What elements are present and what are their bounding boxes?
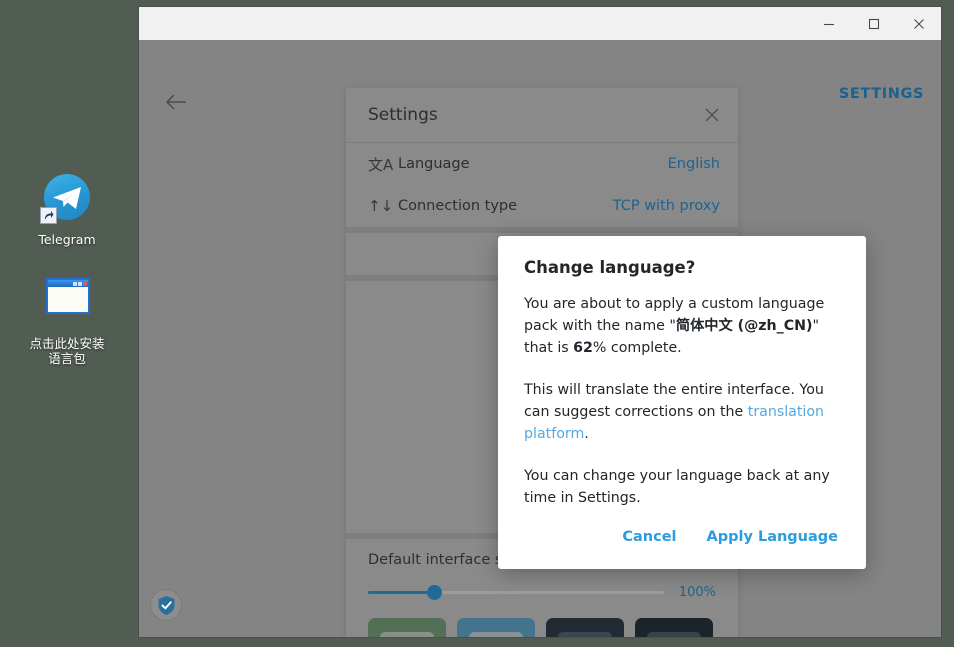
theme-preview-inner [558, 632, 612, 637]
shield-check-icon [157, 595, 176, 616]
telegram-window: SETTINGS Settings [139, 7, 941, 637]
theme-preview-inner [647, 632, 701, 637]
dialog-paragraph-2: This will translate the entire interface… [524, 379, 840, 445]
dialog-actions: Cancel Apply Language [524, 517, 840, 555]
interface-scale-percent: 100% [664, 585, 716, 600]
apply-language-button[interactable]: Apply Language [705, 525, 841, 549]
interface-scale-slider[interactable] [368, 586, 664, 600]
dialog-paragraph-1: You are about to apply a custom language… [524, 293, 840, 359]
settings-row-label: Connection type [398, 198, 613, 214]
settings-row-value: English [668, 156, 720, 172]
cancel-button[interactable]: Cancel [620, 525, 678, 549]
minimize-button[interactable] [806, 7, 851, 40]
close-button[interactable] [896, 7, 941, 40]
slider-thumb[interactable] [427, 585, 442, 600]
dialog-title: Change language? [524, 258, 840, 277]
shortcut-arrow-icon [40, 207, 57, 224]
dialog-text-c: % complete. [593, 340, 682, 356]
settings-close-icon[interactable] [704, 107, 720, 123]
translate-icon: 文A [368, 154, 398, 175]
settings-card-title: Settings [368, 105, 704, 125]
language-pack-name: 简体中文 (@zh_CN) [676, 318, 813, 334]
theme-dark[interactable] [635, 618, 713, 637]
theme-green[interactable] [368, 618, 446, 637]
settings-section-general: 文A Language English ↑↓ Connection type T… [346, 143, 738, 233]
back-arrow-icon[interactable] [161, 87, 191, 117]
proxy-shield-button[interactable] [150, 589, 182, 621]
theme-preview-inner [380, 632, 434, 637]
theme-blue[interactable] [457, 618, 535, 637]
settings-row-language[interactable]: 文A Language English [346, 143, 738, 185]
window-icon-body [46, 278, 90, 314]
window-file-icon [40, 276, 94, 330]
telegram-shortcut-icon [40, 172, 94, 226]
desktop-icon-language-pack[interactable]: 点击此处安装 语言包 [12, 276, 122, 366]
settings-row-connection-type[interactable]: ↑↓ Connection type TCP with proxy [346, 185, 738, 227]
settings-row-label: Language [398, 156, 668, 172]
screen: Telegram 点击此处安装 语言包 [0, 0, 954, 647]
desktop-icon-label: 点击此处安装 语言包 [12, 336, 122, 366]
theme-night[interactable] [546, 618, 624, 637]
window-icon-titlebar [48, 280, 88, 287]
settings-card-header: Settings [346, 88, 738, 143]
theme-swatches [346, 610, 738, 637]
completion-percent: 62 [573, 340, 593, 356]
settings-row-value: TCP with proxy [613, 198, 720, 214]
maximize-button[interactable] [851, 7, 896, 40]
dialog-text-b: . [584, 426, 589, 442]
dialog-paragraph-3: You can change your language back at any… [524, 465, 840, 509]
change-language-dialog: Change language? You are about to apply … [498, 236, 866, 569]
theme-preview-inner [469, 632, 523, 637]
desktop-icon-telegram[interactable]: Telegram [12, 172, 122, 247]
interface-scale-slider-row: 100% [368, 585, 716, 600]
desktop-icon-label: Telegram [12, 232, 122, 247]
connection-arrows-icon: ↑↓ [368, 197, 398, 215]
window-titlebar [139, 7, 941, 40]
settings-section-title: SETTINGS [839, 86, 924, 102]
slider-fill [368, 591, 433, 594]
app-body-dimmed: SETTINGS Settings [139, 40, 941, 637]
